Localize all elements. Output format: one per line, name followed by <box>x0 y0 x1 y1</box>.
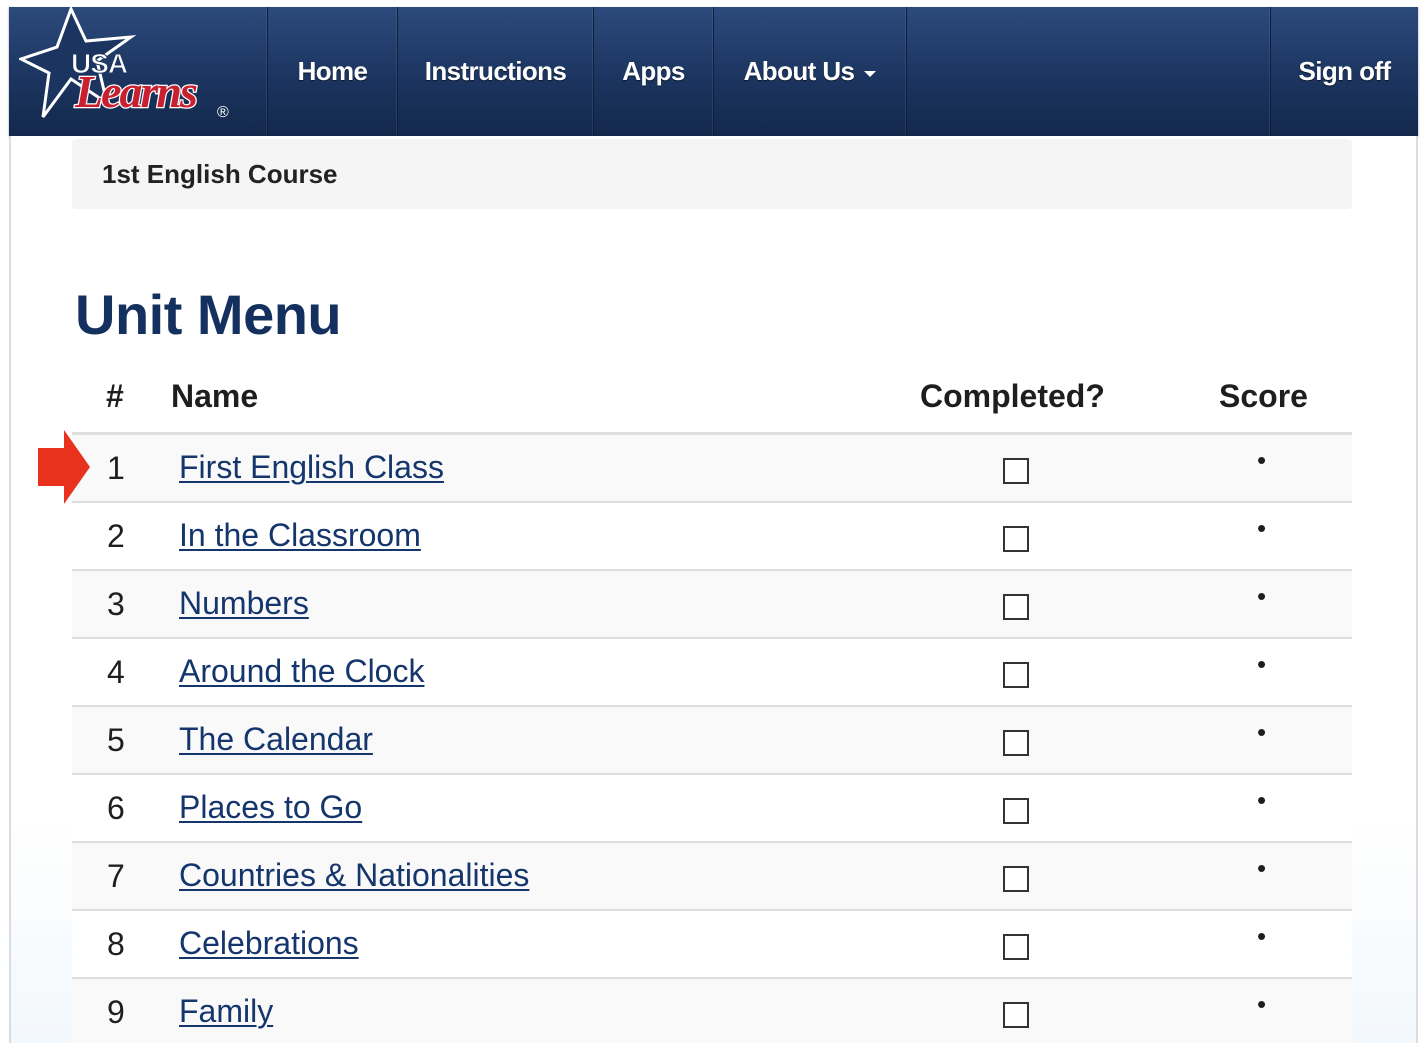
unit-number: 4 <box>107 654 125 690</box>
sign-off-label: Sign off <box>1298 56 1392 86</box>
completed-checkbox <box>1003 526 1029 552</box>
nav-apps[interactable]: Apps <box>594 7 714 136</box>
unit-link[interactable]: Numbers <box>179 585 309 622</box>
header-number: # <box>106 378 124 414</box>
nav-home-label: Home <box>297 56 368 86</box>
registered-mark: ® <box>217 104 229 121</box>
completed-checkbox <box>1003 458 1029 484</box>
logo-learns-text: Learns <box>74 66 197 117</box>
table-row: 4 Around the Clock • <box>72 639 1352 707</box>
completed-checkbox <box>1003 662 1029 688</box>
sign-off-button[interactable]: Sign off <box>1271 7 1418 136</box>
breadcrumb: 1st English Course <box>72 139 1352 209</box>
unit-link[interactable]: Celebrations <box>179 925 359 962</box>
table-body: 1 First English Class • 2 In the Classroom • 3… <box>72 435 1352 1043</box>
unit-number: 9 <box>107 994 125 1030</box>
nav-home[interactable]: Home <box>268 7 398 136</box>
table-header: # Name Completed? Score <box>72 364 1352 435</box>
unit-score: • <box>1257 921 1267 951</box>
table-row: 9 Family • <box>72 979 1352 1043</box>
unit-number: 1 <box>107 450 125 486</box>
table-row: 5 The Calendar • <box>72 707 1352 775</box>
breadcrumb-course[interactable]: 1st English Course <box>102 159 338 190</box>
table-row: 6 Places to Go • <box>72 775 1352 843</box>
unit-link[interactable]: Around the Clock <box>179 653 424 690</box>
completed-checkbox <box>1003 1002 1029 1028</box>
completed-checkbox <box>1003 798 1029 824</box>
unit-link[interactable]: Countries & Nationalities <box>179 857 529 894</box>
table-row: 1 First English Class • <box>72 435 1352 503</box>
nav-spacer <box>907 7 1271 136</box>
unit-number: 7 <box>107 858 125 894</box>
header-name: Name <box>171 378 259 414</box>
completed-checkbox <box>1003 934 1029 960</box>
unit-score: • <box>1257 785 1267 815</box>
nav-apps-label: Apps <box>622 56 685 86</box>
unit-score: • <box>1257 445 1267 475</box>
unit-number: 5 <box>107 722 125 758</box>
nav-instructions-label: Instructions <box>424 56 567 86</box>
table-row: 3 Numbers • <box>72 571 1352 639</box>
nav-about-us-dropdown[interactable]: About Us <box>714 7 907 136</box>
unit-number: 8 <box>107 926 125 962</box>
unit-score: • <box>1257 581 1267 611</box>
unit-score: • <box>1257 853 1267 883</box>
table-row: 7 Countries & Nationalities • <box>72 843 1352 911</box>
unit-link[interactable]: The Calendar <box>179 721 373 758</box>
unit-link[interactable]: First English Class <box>179 449 444 486</box>
unit-score: • <box>1257 717 1267 747</box>
completed-checkbox <box>1003 866 1029 892</box>
header-completed: Completed? <box>920 378 1105 414</box>
unit-link[interactable]: Family <box>179 993 273 1030</box>
completed-checkbox <box>1003 730 1029 756</box>
unit-table: # Name Completed? Score 1 First English C… <box>72 364 1352 1043</box>
unit-score: • <box>1257 989 1267 1019</box>
header-score: Score <box>1219 378 1308 414</box>
unit-number: 6 <box>107 790 125 826</box>
nav-instructions[interactable]: Instructions <box>398 7 594 136</box>
page-title: Unit Menu <box>75 283 342 346</box>
completed-checkbox <box>1003 594 1029 620</box>
table-row: 8 Celebrations • <box>72 911 1352 979</box>
unit-link[interactable]: In the Classroom <box>179 517 421 554</box>
star-logo-icon: USA Learns ® <box>19 7 229 121</box>
unit-score: • <box>1257 649 1267 679</box>
brand-logo[interactable]: USA Learns ® <box>9 7 268 136</box>
page: USA Learns ® Home Instructions Apps Abou… <box>0 0 1426 1043</box>
table-row: 2 In the Classroom • <box>72 503 1352 571</box>
nav-about-label: About Us <box>743 56 855 86</box>
unit-number: 3 <box>107 586 125 622</box>
red-arrow-icon <box>38 430 90 504</box>
unit-number: 2 <box>107 518 125 554</box>
navbar: USA Learns ® Home Instructions Apps Abou… <box>9 7 1418 136</box>
chevron-down-icon <box>864 70 877 77</box>
unit-link[interactable]: Places to Go <box>179 789 362 826</box>
unit-score: • <box>1257 513 1267 543</box>
